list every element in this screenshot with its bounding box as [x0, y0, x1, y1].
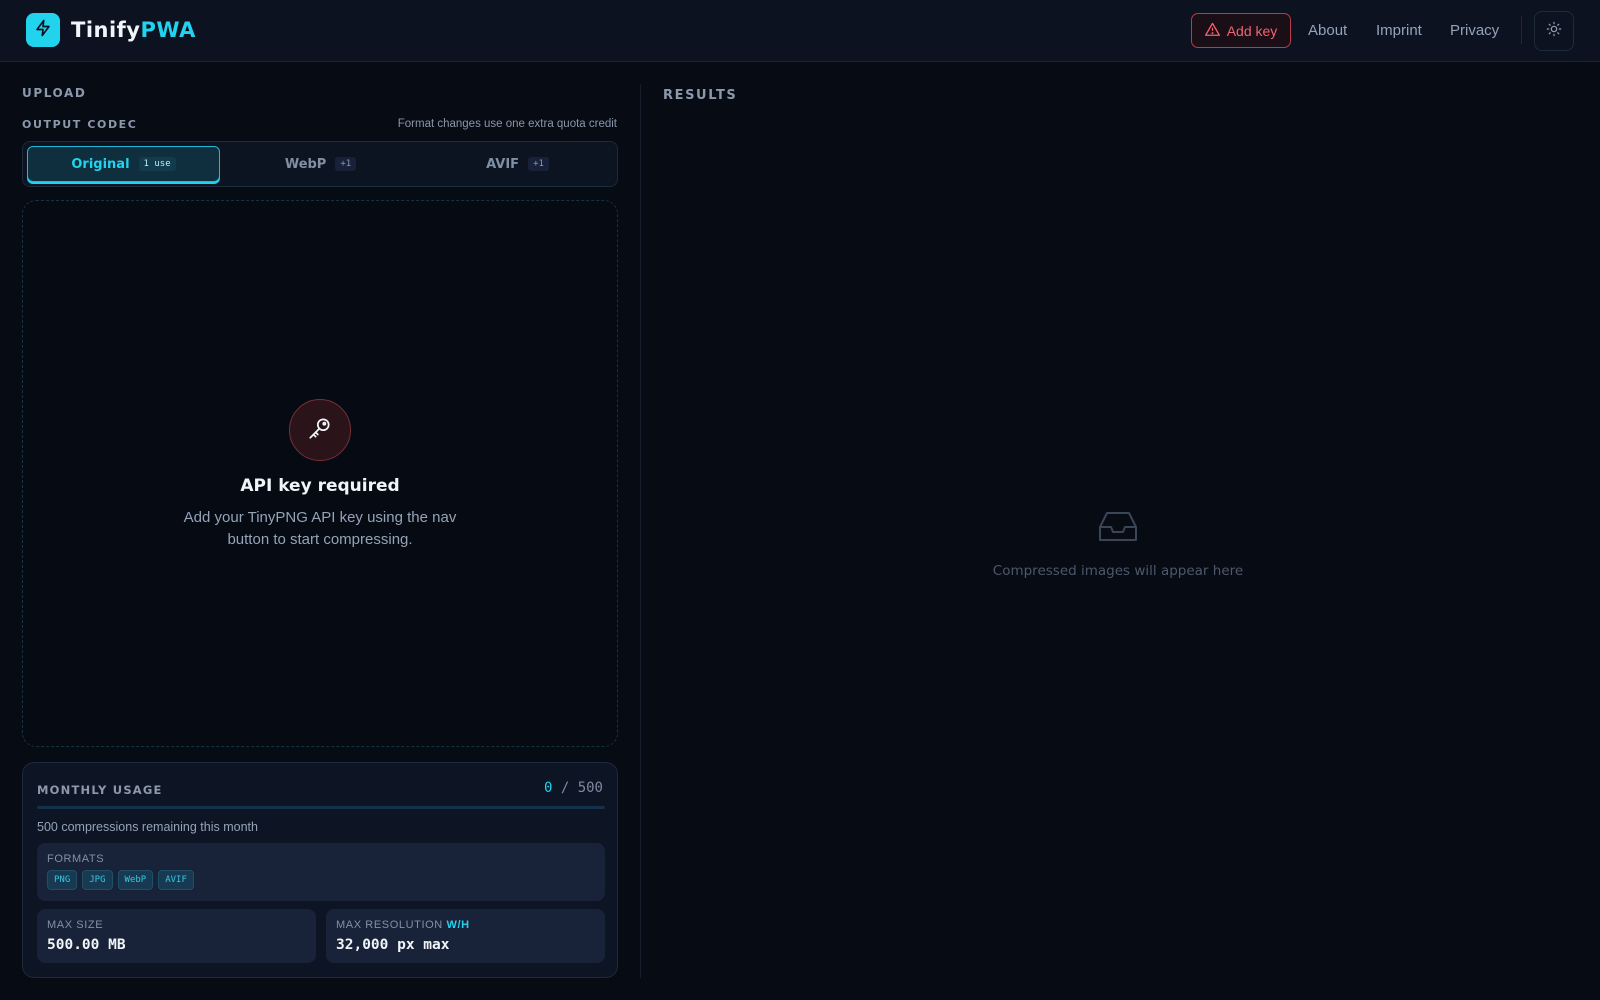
format-chips: PNG JPG WebP AVIF — [47, 870, 194, 890]
usage-progress-bar — [37, 806, 605, 809]
max-resolution-label: MAX RESOLUTION W/H — [336, 919, 470, 931]
nav-divider — [1521, 16, 1522, 44]
nav-imprint-link[interactable]: Imprint — [1376, 22, 1422, 39]
api-key-required-title: API key required — [240, 476, 400, 496]
warning-triangle-icon — [1204, 22, 1220, 39]
codec-option-avif[interactable]: AVIF +1 — [421, 146, 614, 182]
nav-privacy-link[interactable]: Privacy — [1450, 22, 1499, 39]
formats-panel: FORMATS PNG JPG WebP AVIF — [37, 843, 605, 901]
key-icon — [307, 415, 333, 446]
monthly-usage-card: MONTHLY USAGE 0 / 500 500 compressions r… — [22, 762, 618, 978]
brand-name: TinifyPWA — [71, 18, 196, 42]
max-size-label: MAX SIZE — [47, 919, 104, 931]
max-resolution-panel: MAX RESOLUTION W/H 32,000 px max — [326, 909, 605, 963]
theme-toggle-button[interactable] — [1534, 11, 1574, 51]
top-nav-bar: TinifyPWA Add key About Imprint Privacy — [0, 0, 1600, 62]
results-empty-text: Compressed images will appear here — [992, 563, 1244, 579]
output-codec-label: OUTPUT CODEC — [22, 118, 138, 131]
inbox-icon — [1098, 510, 1138, 549]
usage-count: 0 / 500 — [544, 780, 603, 796]
upload-dropzone[interactable] — [22, 200, 618, 747]
format-chip-png: PNG — [47, 870, 78, 890]
max-size-value: 500.00 MB — [47, 937, 126, 953]
monthly-usage-label: MONTHLY USAGE — [37, 783, 163, 797]
brand-name-accent: PWA — [140, 18, 196, 42]
brand-name-primary: Tinify — [71, 18, 141, 42]
codec-option-label: WebP — [284, 156, 327, 172]
format-chip-jpg: JPG — [82, 870, 113, 890]
upload-section-title: UPLOAD — [22, 86, 87, 100]
max-resolution-label-text: MAX RESOLUTION — [336, 919, 443, 931]
codec-option-label: Original — [71, 156, 130, 172]
api-key-required-description: Add your TinyPNG API key using the nav b… — [183, 509, 457, 548]
format-chip-webp: WebP — [117, 870, 154, 890]
codec-selector: Original 1 use WebP +1 AVIF +1 — [22, 141, 618, 187]
nav-about-link[interactable]: About — [1308, 22, 1347, 39]
lightning-bolt-icon — [34, 19, 52, 42]
add-key-button[interactable]: Add key — [1191, 13, 1291, 48]
column-divider — [640, 84, 641, 978]
codec-option-label: AVIF — [486, 156, 520, 172]
format-chip-avif: AVIF — [158, 870, 194, 890]
add-key-label: Add key — [1226, 22, 1278, 39]
max-resolution-accent: W/H — [446, 919, 470, 931]
max-size-panel: MAX SIZE 500.00 MB — [37, 909, 316, 963]
usage-remaining-text: 500 compressions remaining this month — [37, 820, 258, 834]
codec-badge: +1 — [528, 157, 549, 171]
formats-label: FORMATS — [47, 853, 105, 865]
app-logo[interactable] — [26, 13, 60, 47]
sun-icon — [1546, 21, 1562, 42]
usage-separator: / — [560, 780, 570, 796]
usage-used: 0 — [543, 780, 553, 796]
results-section-title: RESULTS — [663, 88, 738, 103]
max-resolution-value: 32,000 px max — [336, 937, 450, 953]
codec-note: Format changes use one extra quota credi… — [397, 118, 617, 130]
codec-badge: 1 use — [138, 157, 176, 171]
codec-badge: +1 — [335, 157, 357, 171]
usage-limit: 500 — [577, 780, 603, 796]
key-icon-badge — [289, 399, 351, 461]
codec-option-original[interactable]: Original 1 use — [27, 146, 220, 182]
codec-option-webp[interactable]: WebP +1 — [224, 146, 417, 182]
